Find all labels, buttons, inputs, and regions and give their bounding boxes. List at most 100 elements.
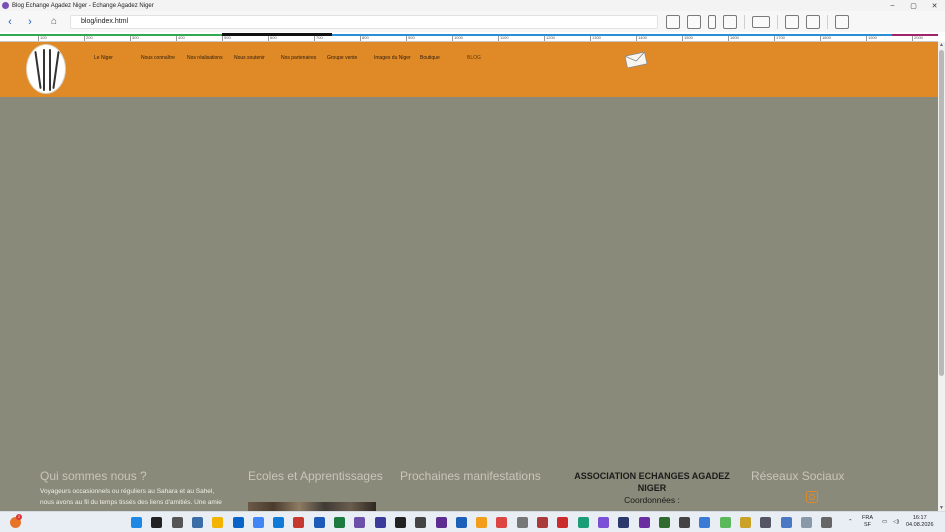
menu-item-blog[interactable]: BLOG: [467, 55, 481, 61]
taskbar-app-icon[interactable]: [354, 517, 366, 528]
mail-icon[interactable]: [624, 51, 648, 69]
taskbar-app-icon[interactable]: [455, 517, 467, 528]
close-button[interactable]: ✕: [924, 2, 945, 10]
association-coordinates-label: Coordonnées :: [624, 495, 680, 505]
instagram-icon[interactable]: [806, 491, 818, 503]
home-button[interactable]: ⌂: [44, 13, 64, 31]
page-scrollbar[interactable]: ▲ ▼: [938, 42, 945, 511]
taskbar-app-icon[interactable]: [699, 517, 711, 528]
menu-item-nous-connaitre[interactable]: Nous connaître: [141, 55, 175, 61]
ruler-label: 1300: [592, 35, 601, 40]
ruler-label: 400: [178, 35, 185, 40]
network-icon[interactable]: ▭: [882, 519, 887, 526]
taskbar-app-icon[interactable]: [476, 517, 488, 528]
address-bar[interactable]: blog/index.html: [70, 14, 658, 29]
taskbar-app-icon[interactable]: [719, 517, 731, 528]
taskbar-app-icon[interactable]: [394, 517, 406, 528]
inspect-icon[interactable]: [835, 14, 849, 29]
taskbar-app-icon[interactable]: [679, 517, 691, 528]
clock-date: 04.08.2026: [906, 522, 934, 528]
taskbar-app-icon[interactable]: [313, 517, 325, 528]
taskbar-app-icon[interactable]: [618, 517, 630, 528]
menu-item-groupe-vente[interactable]: Groupe vente: [327, 55, 357, 61]
taskbar-app-icon[interactable]: [293, 517, 305, 528]
site-logo[interactable]: [26, 44, 66, 94]
taskbar-app-icon[interactable]: [131, 517, 142, 528]
scrollbar-thumb[interactable]: [939, 50, 944, 376]
footer-social-heading: Réseaux Sociaux: [751, 469, 845, 483]
taskbar-app-icon[interactable]: [821, 517, 833, 528]
taskbar-app-icon[interactable]: [740, 517, 751, 528]
taskbar-app-icon[interactable]: [658, 517, 670, 528]
menu-item-le-niger[interactable]: Le Niger: [94, 55, 113, 61]
footer-social: Réseaux Sociaux: [751, 469, 844, 483]
browser-app-icon: [2, 2, 9, 9]
ruler-label: 700: [316, 35, 323, 40]
clock-time: 16:17: [912, 515, 927, 521]
taskbar-app-icon[interactable]: [415, 517, 427, 528]
taskbar-app-icon[interactable]: [638, 517, 650, 528]
ruler-label: 1800: [822, 35, 831, 40]
minimize-button[interactable]: –: [882, 2, 903, 9]
footer-schools-heading[interactable]: Ecoles et Apprentissages: [248, 469, 383, 483]
logo-stroke: [49, 49, 51, 91]
taskbar-app-icon[interactable]: [151, 517, 163, 528]
ruler-label: 600: [270, 35, 277, 40]
taskbar-app-icon[interactable]: [191, 517, 203, 528]
keyboard-layout: SF: [863, 522, 872, 528]
ruler-label: 300: [132, 35, 139, 40]
back-button[interactable]: ‹: [0, 13, 20, 31]
taskbar-app-icon[interactable]: [760, 517, 772, 528]
taskbar-app-icon[interactable]: [496, 517, 508, 528]
taskbar-app-icon[interactable]: [374, 517, 386, 528]
schools-photo[interactable]: [248, 502, 376, 511]
forward-button[interactable]: ›: [20, 13, 40, 31]
taskbar-app-icon[interactable]: [780, 517, 792, 528]
maximize-button[interactable]: ▢: [903, 2, 924, 10]
menu-item-images-du-niger[interactable]: Images du Niger: [374, 55, 411, 61]
pen-icon[interactable]: [687, 14, 701, 29]
windows-taskbar: 2 ⌃ FRA SF ▭ ◁) 16:17 04.08.2026: [0, 511, 945, 532]
taskbar-app-icon[interactable]: [232, 517, 244, 528]
menu-item-nous-soutenir[interactable]: Nous soutenir: [234, 55, 265, 61]
resize-icon[interactable]: [785, 14, 799, 29]
taskbar-app-icon[interactable]: [516, 517, 528, 528]
volume-icon[interactable]: ◁): [893, 519, 899, 526]
toolbar-separator: [777, 14, 778, 29]
taskbar-app-icon[interactable]: [537, 517, 548, 528]
menu-item-nos-realisations[interactable]: Nos réalisations: [187, 55, 223, 61]
taskbar-app-icon[interactable]: [557, 517, 569, 528]
footer-about-text-line1: Voyageurs occasionnels ou réguliers au S…: [40, 488, 215, 495]
copy-icon[interactable]: [806, 14, 820, 29]
ruler-blue-segment: [332, 34, 892, 36]
language-indicator[interactable]: FRA SF: [862, 515, 873, 529]
taskbar-app-icon[interactable]: [212, 517, 224, 528]
phone-icon[interactable]: [708, 14, 716, 29]
site-header: Le Niger Nous connaître Nos réalisations…: [0, 42, 938, 97]
ruler-label: 2000: [914, 35, 923, 40]
ruler-label: 100: [40, 35, 47, 40]
taskbar-app-icon[interactable]: [435, 517, 447, 528]
scroll-up-icon[interactable]: ▲: [939, 42, 944, 48]
menu-item-nos-partenaires[interactable]: Nos partenaires: [281, 55, 316, 61]
ruler-label: 1000: [454, 35, 463, 40]
ruler-label: 1900: [868, 35, 877, 40]
menu-item-boutique[interactable]: Boutique: [420, 55, 440, 61]
edit-icon[interactable]: [666, 14, 680, 29]
footer-events-heading[interactable]: Prochaines manifestations: [400, 469, 541, 483]
ruler-green-segment: [0, 34, 222, 36]
taskbar-app-icon[interactable]: [597, 517, 609, 528]
taskbar-app-icon[interactable]: [171, 517, 183, 528]
taskbar-app-icon[interactable]: [273, 517, 285, 528]
taskbar-app-icon[interactable]: [800, 517, 812, 528]
ruler-label: 800: [362, 35, 369, 40]
taskbar-app-icon[interactable]: [252, 517, 264, 528]
logo-stroke: [52, 51, 60, 89]
taskbar-app-icon[interactable]: [577, 517, 589, 528]
monitor-icon[interactable]: [752, 15, 770, 28]
tablet-icon[interactable]: [723, 14, 737, 29]
clock[interactable]: 16:17 04.08.2026: [906, 515, 934, 529]
tray-overflow-icon[interactable]: ⌃: [848, 519, 853, 526]
taskbar-app-icon[interactable]: [334, 517, 345, 528]
ruler-label: 1100: [500, 35, 509, 40]
